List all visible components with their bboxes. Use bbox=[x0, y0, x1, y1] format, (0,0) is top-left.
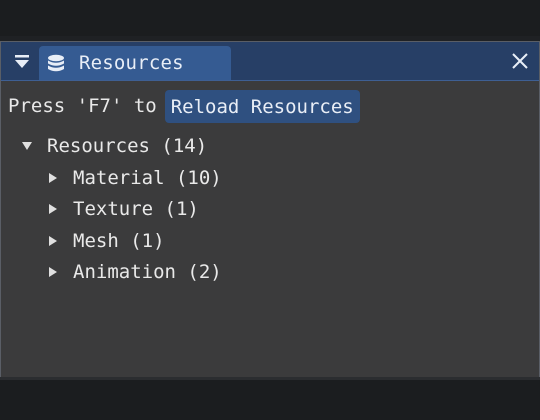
tab-label: Resources bbox=[79, 52, 184, 74]
tree-node-resources[interactable]: Resources (14) bbox=[21, 132, 207, 160]
window-titlebar: Resources bbox=[1, 42, 539, 81]
triangle-right-icon bbox=[49, 267, 57, 277]
top-background bbox=[0, 0, 540, 37]
tree-node-label: Animation (2) bbox=[73, 261, 222, 283]
tree-node-texture[interactable]: Texture (1) bbox=[47, 195, 199, 223]
tree-node-label: Mesh (1) bbox=[73, 230, 165, 252]
reload-hint: Press 'F7' to bbox=[8, 95, 157, 117]
reload-resources-button[interactable]: Reload Resources bbox=[164, 89, 360, 123]
database-icon bbox=[48, 54, 64, 72]
bottom-background bbox=[0, 380, 540, 420]
tree-node-label: Resources (14) bbox=[47, 135, 208, 157]
tree-node-label: Texture (1) bbox=[73, 198, 199, 220]
tab-resources[interactable]: Resources bbox=[39, 46, 231, 80]
tree-node-label: Material (10) bbox=[73, 167, 222, 189]
close-icon bbox=[512, 53, 528, 69]
window-menu-button[interactable] bbox=[9, 49, 35, 75]
triangle-right-icon bbox=[49, 173, 57, 183]
resources-window: Resources Press 'F7' to Reload Resources… bbox=[0, 41, 540, 380]
triangle-down-icon bbox=[22, 142, 32, 150]
tree-node-animation[interactable]: Animation (2) bbox=[47, 258, 222, 286]
tree-node-material[interactable]: Material (10) bbox=[47, 164, 222, 192]
triangle-down-icon bbox=[15, 55, 29, 68]
triangle-right-icon bbox=[49, 236, 57, 246]
tree-node-mesh[interactable]: Mesh (1) bbox=[47, 227, 165, 255]
window-content: Press 'F7' to Reload Resources Resources… bbox=[1, 80, 539, 380]
triangle-right-icon bbox=[49, 204, 57, 214]
close-button[interactable] bbox=[507, 48, 533, 74]
reload-row: Press 'F7' to Reload Resources bbox=[8, 88, 360, 124]
